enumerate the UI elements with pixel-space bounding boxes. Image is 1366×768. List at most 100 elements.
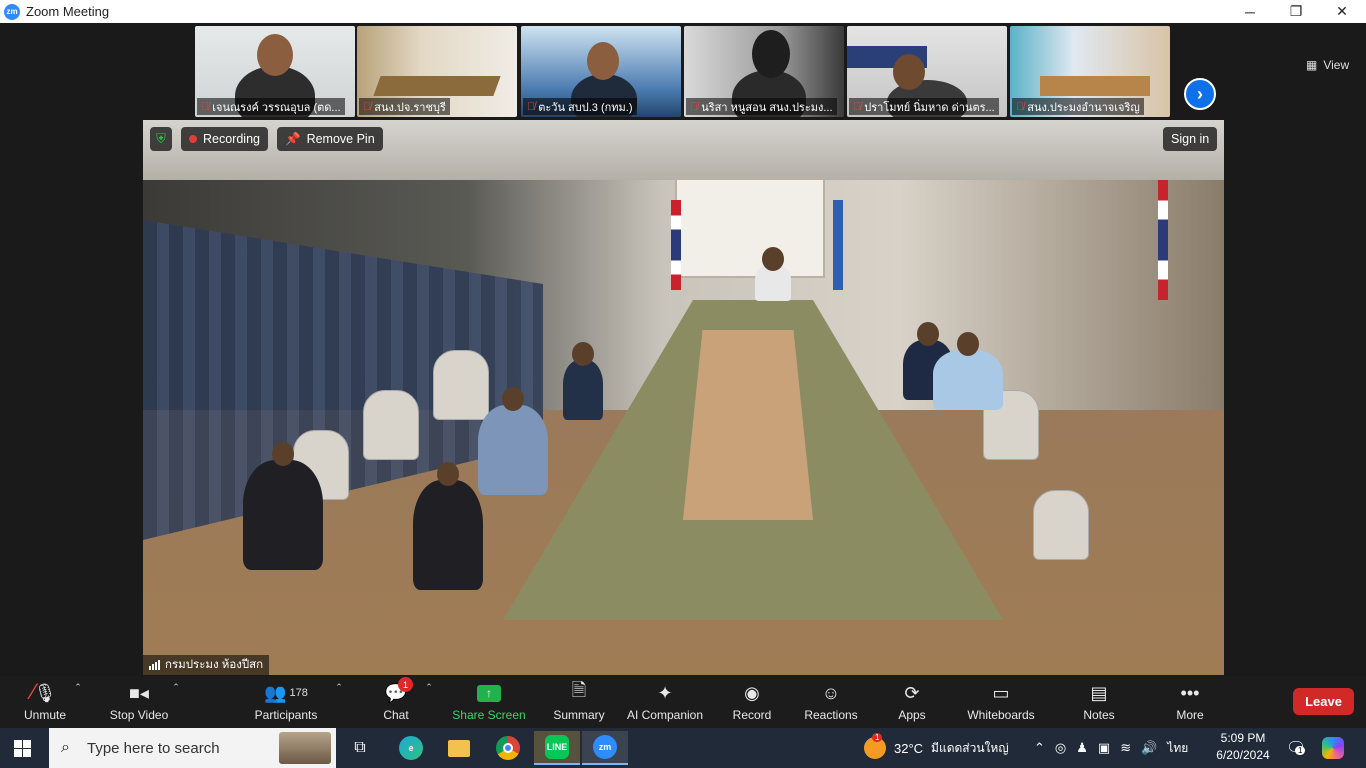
mic-muted-icon: 🎙̸ — [201, 101, 210, 113]
search-icon: ⌕ — [61, 739, 70, 756]
chevron-right-icon[interactable]: › — [1184, 78, 1216, 110]
weather-widget[interactable]: 1 32°C มีแดดส่วนใหญ่ — [864, 728, 1009, 768]
close-icon[interactable]: ✕ — [1319, 0, 1365, 23]
search-highlight-image — [279, 732, 331, 764]
ai-companion-button[interactable]: ✦ AI Companion — [624, 676, 706, 728]
edge-icon[interactable]: e — [388, 731, 434, 765]
notes-button[interactable]: ▤ Notes — [1078, 676, 1120, 728]
microphone-muted-icon: 🎙 ⁄ — [31, 678, 57, 704]
participants-options-caret[interactable]: ⌃ — [329, 676, 349, 728]
meet-now-icon[interactable]: ◎ — [1055, 740, 1066, 756]
participants-count: 178 — [289, 687, 308, 699]
view-button[interactable]: ▦ View — [1306, 58, 1349, 72]
windows-start-icon[interactable] — [14, 740, 31, 757]
participant-tile[interactable]: 🎙̸ นริสา หนูสอน สนง.ประมง... — [684, 26, 844, 117]
main-video[interactable]: ⛨ Recording 📌 Remove Pin Sign in กรมประม… — [143, 120, 1224, 675]
chevron-up-icon: ⌃ — [172, 682, 180, 692]
attendee — [243, 442, 323, 570]
clock-date: 6/20/2024 — [1216, 748, 1270, 762]
unmute-button[interactable]: 🎙 ⁄ Unmute — [14, 676, 76, 728]
participant-name: 🎙̸ เจนณรงค์ วรรณอุบล (ตด... — [197, 98, 345, 115]
whiteboard-icon: ▭ — [992, 682, 1010, 703]
recording-dot-icon — [189, 135, 197, 143]
restore-icon[interactable]: ❐ — [1273, 0, 1319, 23]
notes-icon: ▤ — [1090, 682, 1108, 703]
chat-options-caret[interactable]: ⌃ — [419, 676, 439, 728]
security-shield-icon[interactable]: ⛨ — [150, 127, 172, 151]
copilot-icon[interactable] — [1322, 728, 1344, 768]
chair — [433, 350, 489, 420]
apps-button[interactable]: ⟳ Apps — [890, 676, 934, 728]
video-camera-icon: ■◂ — [129, 682, 149, 703]
table-center — [683, 330, 813, 520]
chevron-up-icon: ⌃ — [74, 682, 82, 692]
chevron-up-icon: ⌃ — [425, 682, 433, 692]
minimize-icon[interactable]: ─ — [1227, 0, 1273, 23]
video-options-caret[interactable]: ⌃ — [166, 676, 186, 728]
participant-tile[interactable]: 🎙̸ ปราโมทย์ นิ่มหาด ด่านตร... — [847, 26, 1007, 117]
weather-temp: 32°C — [894, 740, 924, 756]
participant-tile[interactable]: 🎙̸ ตะวัน สบป.3 (กทม.) — [521, 26, 681, 117]
participant-tile[interactable]: 🎙̸ สนง.ปจ.ราชบุรี — [357, 26, 517, 117]
reactions-button[interactable]: ☺ Reactions — [800, 676, 862, 728]
record-icon: ◉ — [744, 682, 760, 703]
mic-muted-icon: 🎙̸ — [853, 101, 862, 113]
title-bar: zm Zoom Meeting ─ ❐ ✕ — [0, 0, 1366, 23]
chair — [363, 390, 419, 460]
participant-name: 🎙̸ สนง.ประมงอำนาจเจริญ — [1012, 98, 1144, 115]
remove-pin-label: Remove Pin — [306, 132, 375, 146]
chrome-icon[interactable] — [485, 731, 531, 765]
wifi-icon[interactable]: ≋ — [1120, 740, 1131, 756]
flag — [671, 200, 681, 290]
language-indicator[interactable]: ไทย — [1167, 739, 1188, 758]
speaker-name: กรมประมง ห้องปีสก — [165, 659, 264, 671]
participant-tile[interactable]: 🎙̸ สนง.ประมงอำนาจเจริญ — [1010, 26, 1170, 117]
grid-view-icon: ▦ — [1306, 58, 1318, 72]
notification-center-icon[interactable]: 🗨1 — [1286, 728, 1306, 768]
leave-button[interactable]: Leave — [1293, 688, 1354, 715]
signal-bars-icon — [149, 660, 160, 670]
person-icon[interactable]: ♟ — [1076, 740, 1088, 756]
participant-name: 🎙̸ ปราโมทย์ นิ่มหาด ด่านตร... — [849, 98, 999, 115]
participant-tile[interactable]: 🎙̸ เจนณรงค์ วรรณอุบล (ตด... — [195, 26, 355, 117]
volume-icon[interactable]: 🔊 — [1141, 740, 1157, 756]
meeting-toolbar: 🎙 ⁄ Unmute ⌃ ■◂ Stop Video ⌃ 👥 178 Partici… — [0, 676, 1366, 728]
more-button[interactable]: ••• More — [1168, 676, 1212, 728]
sign-in-button[interactable]: Sign in — [1163, 127, 1218, 151]
apps-icon: ⟳ — [904, 682, 920, 703]
system-tray: ⌃ ◎ ♟ ▣ ≋ 🔊 ไทย — [1034, 728, 1188, 768]
more-dots-icon: ••• — [1180, 682, 1200, 703]
attendee — [933, 332, 1003, 410]
recording-indicator[interactable]: Recording — [181, 127, 268, 151]
view-label: View — [1323, 58, 1350, 72]
remove-pin-button[interactable]: 📌 Remove Pin — [277, 127, 383, 151]
stop-video-button[interactable]: ■◂ Stop Video — [104, 676, 174, 728]
whiteboards-button[interactable]: ▭ Whiteboards — [962, 676, 1040, 728]
summary-button[interactable]: 🗎 Summary — [548, 676, 610, 728]
chat-button[interactable]: 💬 1 Chat — [370, 676, 422, 728]
flag — [833, 200, 843, 290]
record-button[interactable]: ◉ Record — [726, 676, 778, 728]
participants-button[interactable]: 👥 178 Participants — [250, 676, 322, 728]
participant-name: 🎙̸ สนง.ปจ.ราชบุรี — [359, 98, 450, 115]
audio-options-caret[interactable]: ⌃ — [68, 676, 88, 728]
sparkle-icon: ✦ — [657, 682, 673, 703]
zoom-taskbar-icon[interactable]: zm — [582, 731, 628, 765]
taskbar-search-box[interactable]: ⌕ Type here to search — [49, 728, 336, 768]
taskbar-clock[interactable]: 5:09 PM 6/20/2024 — [1208, 730, 1278, 764]
emoji-plus-icon: ☺ — [821, 682, 841, 703]
flag — [1158, 180, 1168, 300]
mic-muted-icon: 🎙̸ — [1016, 101, 1025, 113]
chevron-up-icon[interactable]: ⌃ — [1034, 740, 1045, 756]
stage-backdrop — [675, 178, 825, 278]
phone-icon[interactable]: ▣ — [1098, 740, 1110, 756]
chat-badge: 1 — [398, 677, 413, 692]
participant-name: 🎙̸ ตะวัน สบป.3 (กทม.) — [523, 98, 637, 115]
share-screen-button[interactable]: ↑ Share Screen — [450, 676, 528, 728]
task-view-icon[interactable]: ⧉ — [337, 731, 383, 765]
gallery-strip: 🎙̸ เจนณรงค์ วรรณอุบล (ตด... 🎙̸ สนง.ปจ.ราชบ… — [0, 23, 1366, 118]
file-explorer-icon[interactable] — [436, 731, 482, 765]
search-placeholder: Type here to search — [87, 739, 220, 757]
line-icon[interactable]: LINE — [534, 731, 580, 765]
weather-sun-icon: 1 — [864, 733, 886, 759]
